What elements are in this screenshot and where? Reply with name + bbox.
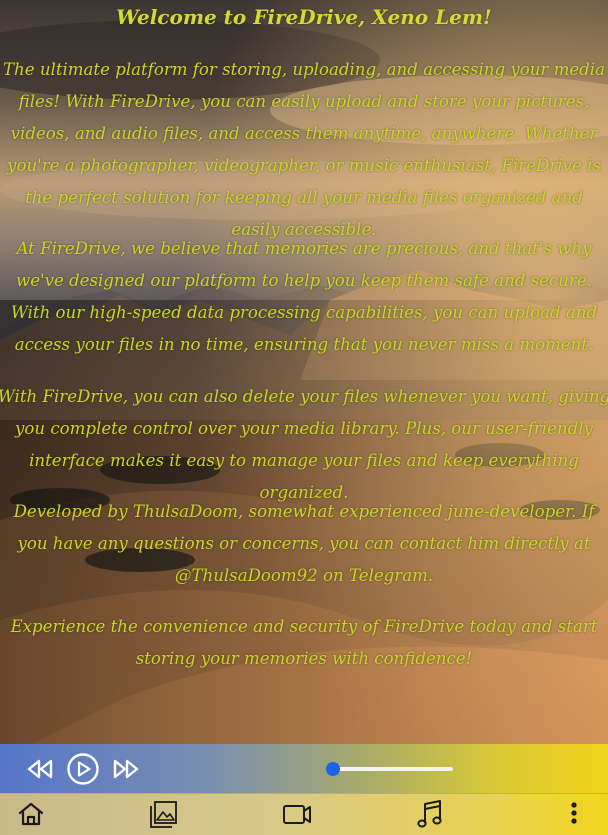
playback-progress-slider[interactable] [333, 767, 453, 771]
music-icon [417, 800, 442, 828]
bottom-navigation [0, 793, 608, 835]
nav-more-button[interactable] [556, 796, 592, 832]
developer-paragraph: Developed by ThulsaDoom, somewhat experi… [13, 502, 595, 585]
fast-forward-icon [113, 759, 139, 779]
media-player-bar [0, 744, 608, 793]
page-title: Welcome to FireDrive, Xeno Lem! [116, 5, 492, 29]
play-button[interactable] [66, 752, 100, 786]
intro-paragraph: The ultimate platform for storing, uploa… [2, 60, 605, 239]
slider-thumb[interactable] [326, 762, 340, 776]
nav-home-button[interactable] [13, 796, 49, 832]
memories-paragraph: At FireDrive, we believe that memories a… [10, 239, 598, 354]
welcome-content: Welcome to FireDrive, Xeno Lem! The ulti… [0, 0, 608, 744]
nav-video-button[interactable] [279, 796, 315, 832]
nav-gallery-button[interactable] [146, 796, 182, 832]
home-icon [18, 802, 44, 826]
more-vertical-icon [571, 802, 577, 824]
rewind-icon [27, 759, 53, 779]
control-paragraph: With FireDrive, you can also delete your… [0, 387, 608, 502]
gallery-icon [150, 801, 177, 828]
fast-forward-button[interactable] [110, 752, 144, 786]
nav-music-button[interactable] [412, 796, 448, 832]
video-icon [283, 805, 311, 824]
closing-paragraph: Experience the convenience and security … [10, 617, 598, 668]
rewind-button[interactable] [22, 752, 56, 786]
play-icon [67, 753, 99, 785]
